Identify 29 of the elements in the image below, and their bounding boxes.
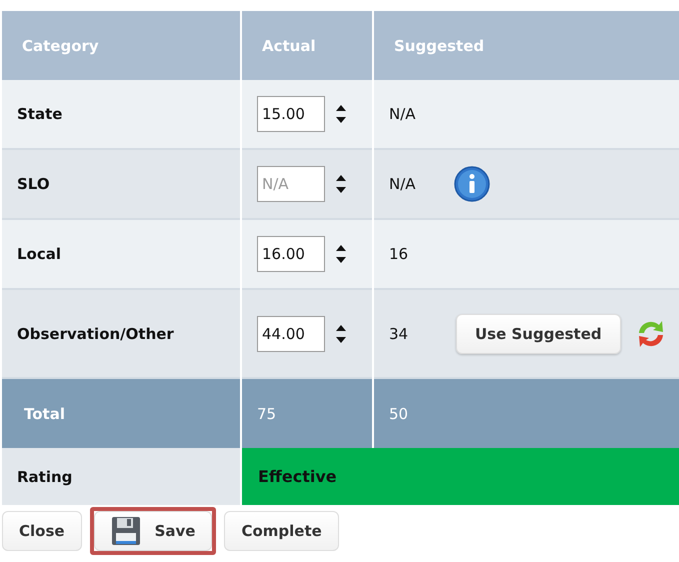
- spinner-arrows-icon[interactable]: [335, 243, 347, 265]
- spinner-arrows-icon[interactable]: [335, 322, 347, 344]
- column-header: Category: [2, 11, 240, 80]
- total-actual: 75: [242, 379, 372, 448]
- actual-input[interactable]: N/A: [257, 166, 325, 202]
- category-cell: SLO: [2, 150, 240, 220]
- save-button[interactable]: Save: [94, 511, 212, 551]
- action-button[interactable]: Close: [2, 511, 82, 551]
- category-cell: Local: [2, 220, 240, 290]
- column-header: Actual: [242, 11, 372, 80]
- category-cell: Observation/Other: [2, 290, 240, 379]
- action-button[interactable]: Complete: [224, 511, 339, 551]
- spinner-arrows-icon[interactable]: [335, 173, 347, 195]
- info-icon[interactable]: [454, 166, 490, 202]
- spinner-arrows-icon[interactable]: [335, 103, 347, 125]
- total-suggested: 50: [374, 379, 679, 448]
- suggested-value: 34: [389, 324, 410, 342]
- total-label: Total: [2, 379, 240, 448]
- suggested-value: N/A: [389, 105, 417, 123]
- suggested-value: 16: [389, 245, 410, 263]
- actual-input[interactable]: 15.00: [257, 96, 325, 132]
- suggested-value: N/A: [389, 175, 417, 193]
- category-cell: State: [2, 80, 240, 150]
- column-header: Suggested: [374, 11, 679, 80]
- actual-input[interactable]: 44.00: [257, 316, 325, 352]
- rating-label: Rating: [2, 448, 240, 505]
- use-suggested-button[interactable]: Use Suggested: [456, 314, 621, 354]
- actual-input[interactable]: 16.00: [257, 236, 325, 272]
- rating-value: Effective: [242, 448, 679, 505]
